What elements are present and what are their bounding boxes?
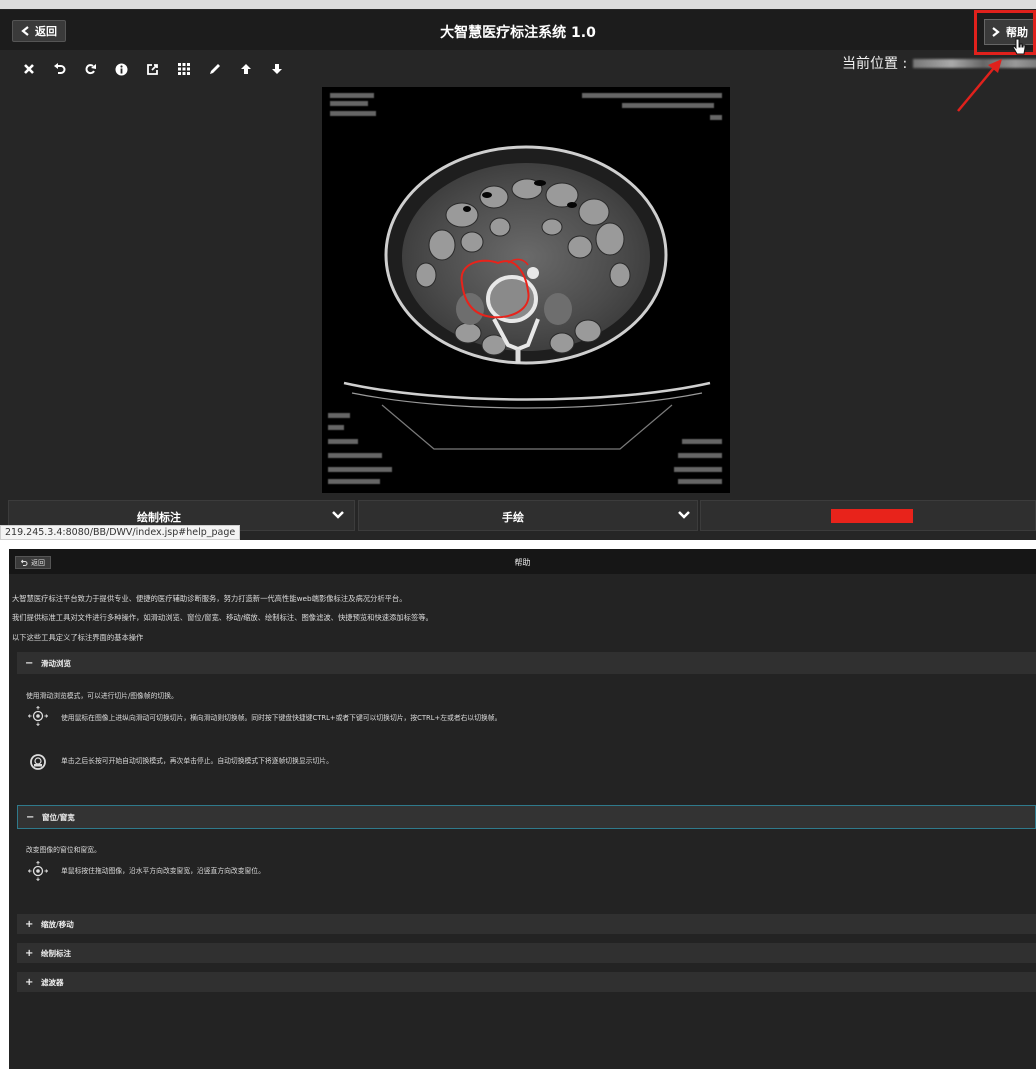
section-title: 窗位/窗宽 [42, 812, 75, 822]
grid-icon[interactable] [171, 58, 196, 80]
mouse-click-icon [30, 754, 46, 770]
help-highlight-box [974, 10, 1036, 55]
collapse-icon: − [25, 657, 34, 669]
collapse-icon: − [26, 811, 35, 823]
color-picker[interactable] [700, 500, 1036, 531]
annotation-screenshot: 返回 大智慧医疗标注系统 1.0 帮助 当前位置: 绘制标注 手绘 219.2… [0, 0, 1036, 540]
section-header-draw[interactable]: + 绘制标注 [17, 943, 1036, 963]
color-swatch [831, 509, 913, 523]
section-header-zoom[interactable]: + 缩放/移动 [17, 914, 1036, 934]
intro-line: 以下这些工具定义了标注界面的基本操作 [12, 633, 144, 642]
section-row-text: 单击之后长按可开始自动切换模式，再次单击停止。自动切换模式下将逐帧切换显示切片。 [61, 757, 333, 765]
section-title: 绘制标注 [41, 948, 71, 958]
mouse-move-icon [28, 861, 48, 881]
tool-select[interactable]: 手绘 [358, 500, 698, 531]
expand-icon: + [25, 947, 34, 959]
tool-select-value: 手绘 [502, 511, 524, 524]
arrow-up-icon[interactable] [233, 58, 258, 80]
browser-strip [0, 0, 1036, 9]
expand-icon: + [25, 976, 34, 988]
ct-scan-image [343, 145, 711, 450]
section-row-text: 单鼠标按住拖动图像，沿水平方向改变窗宽，沿竖直方向改变窗位。 [61, 867, 265, 875]
section-title: 滤波器 [41, 977, 64, 987]
info-icon[interactable] [109, 58, 134, 80]
arrow-down-icon[interactable] [264, 58, 289, 80]
mode-select-value: 绘制标注 [137, 511, 181, 524]
red-pointer-arrow [957, 59, 1002, 112]
pencil-icon[interactable] [202, 58, 227, 80]
section-row-text: 使用鼠标在图像上进纵向滑动可切换切片，横向滑动则切换帧。同时按下键盘快捷键CTR… [61, 714, 502, 722]
dicom-viewer[interactable] [322, 87, 730, 493]
toolbar [16, 58, 289, 80]
chevron-down-icon [332, 511, 344, 519]
expand-icon: + [25, 918, 34, 930]
section-header-scroll[interactable]: − 滑动浏览 [17, 652, 1036, 674]
section-title: 缩放/移动 [41, 919, 74, 929]
status-bar-url: 219.245.3.4:8080/BB/DWV/index.jsp#help_p… [0, 525, 241, 540]
intro-line: 我们提供标准工具对文件进行多种操作，如滑动浏览、窗位/窗宽、移动/缩放、绘制标注… [12, 613, 433, 622]
close-icon[interactable] [16, 58, 41, 80]
help-screenshot: 返回 帮助 大智慧医疗标注平台致力于提供专业、便捷的医疗辅助诊断服务，努力打造新… [9, 549, 1036, 1069]
help-page-title: 帮助 [514, 558, 531, 567]
section-desc: 使用滑动浏览模式，可以进行切片/图像帧的切换。 [26, 692, 178, 700]
intro-line: 大智慧医疗标注平台致力于提供专业、便捷的医疗辅助诊断服务，努力打造新一代高性能w… [12, 594, 407, 603]
section-header-window[interactable]: − 窗位/窗宽 [17, 805, 1036, 829]
undo-icon[interactable] [47, 58, 72, 80]
section-title: 滑动浏览 [41, 658, 71, 668]
export-icon[interactable] [140, 58, 165, 80]
section-desc: 改变图像的窗位和窗宽。 [26, 846, 101, 854]
location-label: 当前位置 : [842, 56, 908, 72]
mouse-move-icon [28, 706, 48, 726]
app-title: 大智慧医疗标注系统 1.0 [440, 25, 596, 41]
chevron-down-icon [678, 511, 690, 519]
section-header-filter[interactable]: + 滤波器 [17, 972, 1036, 992]
redo-icon[interactable] [78, 58, 103, 80]
